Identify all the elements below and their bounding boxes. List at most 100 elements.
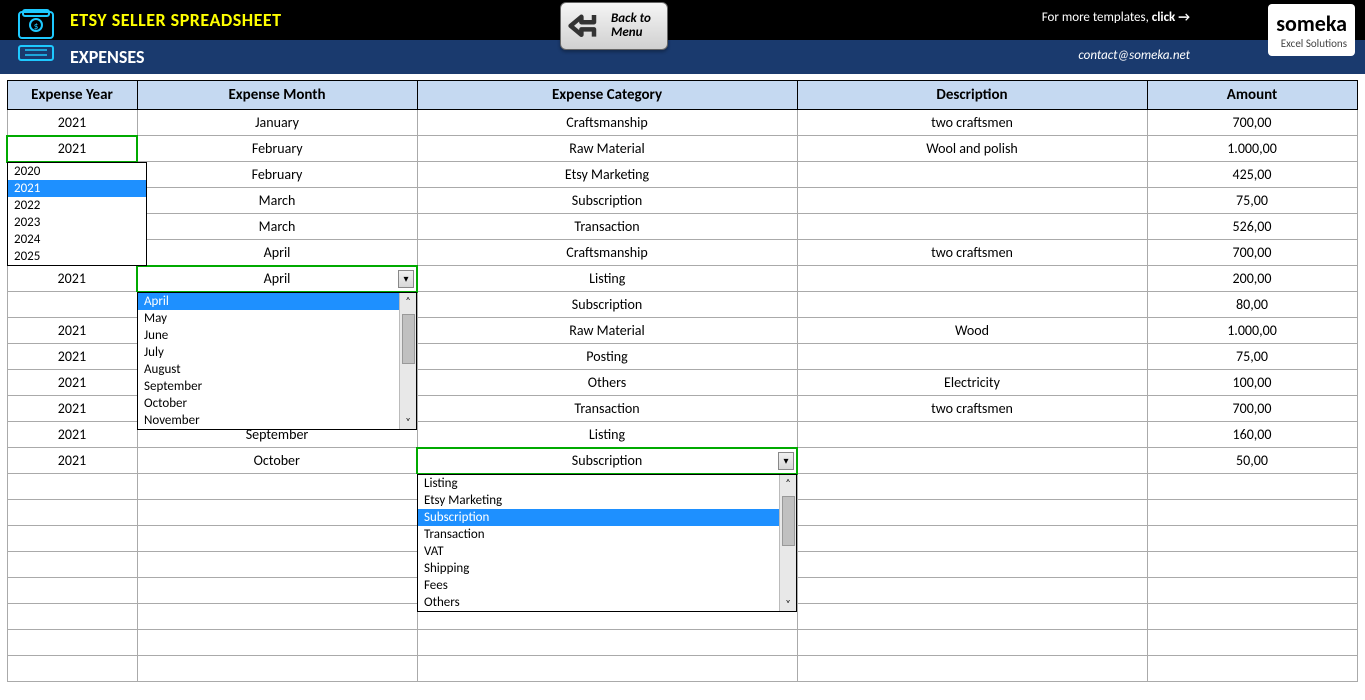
dropdown-option[interactable]: May <box>138 310 399 327</box>
scroll-thumb[interactable] <box>402 314 415 364</box>
cell-amt[interactable] <box>1147 604 1357 630</box>
cell-year[interactable] <box>7 552 137 578</box>
scrollbar[interactable]: ˄˅ <box>399 293 416 429</box>
cell-year[interactable]: 2021 <box>7 370 137 396</box>
cell-month[interactable] <box>137 578 417 604</box>
cell-year[interactable] <box>7 474 137 500</box>
cell-year[interactable]: 2021 <box>7 422 137 448</box>
cell-month[interactable] <box>137 500 417 526</box>
scroll-up-icon[interactable]: ˄ <box>405 293 410 308</box>
cell-amt[interactable] <box>1147 656 1357 682</box>
cell-desc[interactable] <box>797 422 1147 448</box>
cell-desc[interactable] <box>797 604 1147 630</box>
cell-month[interactable] <box>137 630 417 656</box>
cell-cat[interactable]: Posting <box>417 344 797 370</box>
brand-logo[interactable]: someka Excel Solutions <box>1268 4 1355 56</box>
cell-year[interactable] <box>7 526 137 552</box>
cell-amt[interactable]: 425,00 <box>1147 162 1357 188</box>
cell-amt[interactable] <box>1147 552 1357 578</box>
cell-amt[interactable] <box>1147 474 1357 500</box>
dropdown-option[interactable]: 2020 <box>8 163 146 180</box>
cell-desc[interactable] <box>797 214 1147 240</box>
cell-cat[interactable]: Craftsmanship <box>417 110 797 136</box>
cell-amt[interactable]: 50,00 <box>1147 448 1357 474</box>
cell-desc[interactable]: two craftsmen <box>797 240 1147 266</box>
cell-cat[interactable] <box>417 656 797 682</box>
dropdown-option[interactable]: August <box>138 361 399 378</box>
cell-desc[interactable]: Wool and polish <box>797 136 1147 162</box>
cell-desc[interactable] <box>797 500 1147 526</box>
cell-year[interactable]: 2021 <box>7 266 137 292</box>
cell-desc[interactable] <box>797 630 1147 656</box>
cell-amt[interactable]: 700,00 <box>1147 240 1357 266</box>
cell-desc[interactable]: Wood <box>797 318 1147 344</box>
cell-cat[interactable]: Raw Material <box>417 136 797 162</box>
cell-desc[interactable]: Electricity <box>797 370 1147 396</box>
cell-cat[interactable]: Craftsmanship <box>417 240 797 266</box>
cell-desc[interactable] <box>797 552 1147 578</box>
cell-cat[interactable]: Transaction <box>417 214 797 240</box>
cell-month[interactable] <box>137 604 417 630</box>
cell-desc[interactable] <box>797 188 1147 214</box>
cell-year[interactable]: 2021 <box>7 110 137 136</box>
cell-year[interactable]: 2021▾ <box>7 136 137 162</box>
contact-email[interactable]: contact@someka.net <box>1078 48 1190 63</box>
back-to-menu-button[interactable]: Back to Menu <box>560 2 668 50</box>
cell-cat[interactable]: Etsy Marketing <box>417 162 797 188</box>
cell-desc[interactable] <box>797 344 1147 370</box>
dropdown-option[interactable]: Others <box>418 594 779 611</box>
cell-amt[interactable]: 160,00 <box>1147 422 1357 448</box>
col-year[interactable]: Expense Year <box>7 81 137 110</box>
cell-amt[interactable]: 700,00 <box>1147 110 1357 136</box>
dropdown-option[interactable]: 2023 <box>8 214 146 231</box>
cell-year[interactable] <box>7 604 137 630</box>
dropdown-option[interactable]: September <box>138 378 399 395</box>
scroll-thumb[interactable] <box>782 496 795 546</box>
cell-month[interactable]: March <box>137 188 417 214</box>
cell-amt[interactable]: 1.000,00 <box>1147 318 1357 344</box>
dropdown-option[interactable]: Listing <box>418 475 779 492</box>
scroll-down-icon[interactable]: ˅ <box>405 414 410 429</box>
cell-year[interactable] <box>7 578 137 604</box>
cell-month[interactable]: January <box>137 110 417 136</box>
cell-amt[interactable]: 526,00 <box>1147 214 1357 240</box>
cell-desc[interactable]: two craftsmen <box>797 396 1147 422</box>
cell-cat[interactable]: Listing <box>417 266 797 292</box>
dropdown-option[interactable]: July <box>138 344 399 361</box>
col-category[interactable]: Expense Category <box>417 81 797 110</box>
dropdown-option[interactable]: 2021 <box>8 180 146 197</box>
cell-month[interactable]: October <box>137 448 417 474</box>
month-dropdown[interactable]: AprilMayJuneJulyAugustSeptemberOctoberNo… <box>137 292 417 430</box>
dropdown-handle-icon[interactable]: ▾ <box>778 452 794 470</box>
dropdown-option[interactable]: November <box>138 412 399 429</box>
cell-month[interactable]: February <box>137 162 417 188</box>
templates-link[interactable]: For more templates, click → <box>1042 10 1190 25</box>
cell-amt[interactable]: 200,00 <box>1147 266 1357 292</box>
dropdown-option[interactable]: Shipping <box>418 560 779 577</box>
cell-month[interactable] <box>137 474 417 500</box>
cell-amt[interactable]: 75,00 <box>1147 344 1357 370</box>
dropdown-option[interactable]: Etsy Marketing <box>418 492 779 509</box>
cell-year[interactable] <box>7 630 137 656</box>
cell-year[interactable]: 2021 <box>7 318 137 344</box>
cell-month[interactable]: April▾ <box>137 266 417 292</box>
dropdown-option[interactable]: 2022 <box>8 197 146 214</box>
dropdown-option[interactable]: Transaction <box>418 526 779 543</box>
cell-amt[interactable] <box>1147 526 1357 552</box>
cell-year[interactable] <box>7 656 137 682</box>
cell-cat[interactable]: Others <box>417 370 797 396</box>
scrollbar[interactable]: ˄˅ <box>779 475 796 611</box>
cell-year[interactable] <box>7 500 137 526</box>
cell-desc[interactable] <box>797 526 1147 552</box>
col-month[interactable]: Expense Month <box>137 81 417 110</box>
col-desc[interactable]: Description <box>797 81 1147 110</box>
cell-month[interactable] <box>137 526 417 552</box>
col-amount[interactable]: Amount <box>1147 81 1357 110</box>
dropdown-handle-icon[interactable]: ▾ <box>398 270 414 288</box>
cell-cat[interactable]: Raw Material <box>417 318 797 344</box>
cell-cat[interactable]: Listing <box>417 422 797 448</box>
scroll-up-icon[interactable]: ˄ <box>785 475 790 490</box>
scroll-down-icon[interactable]: ˅ <box>785 596 790 611</box>
cell-amt[interactable]: 100,00 <box>1147 370 1357 396</box>
dropdown-option[interactable]: Subscription <box>418 509 779 526</box>
